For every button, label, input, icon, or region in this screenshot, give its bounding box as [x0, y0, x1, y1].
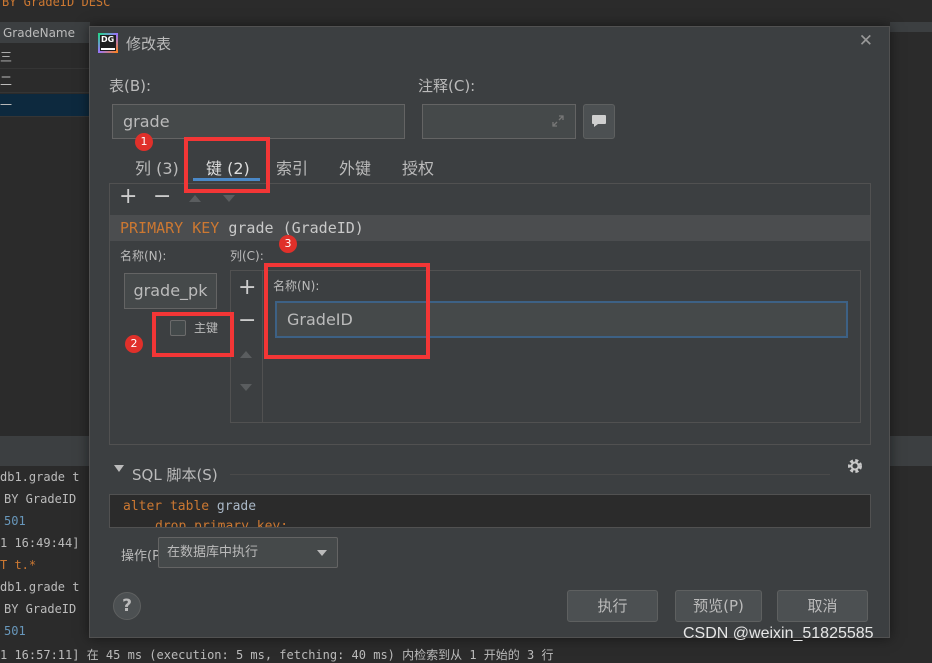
chevron-down-icon — [317, 550, 327, 556]
table-label: 表(B): — [109, 77, 152, 95]
editor-top: BY GradeID DESC — [0, 0, 932, 22]
tab-indexes[interactable]: 索引 — [276, 155, 308, 179]
expand-icon[interactable] — [551, 114, 565, 128]
dialog-title: 修改表 — [126, 35, 172, 53]
key-name-input[interactable]: grade_pk — [124, 273, 217, 309]
datagrip-logo-icon: DG — [98, 33, 118, 53]
console-line: BY GradeID — [4, 602, 77, 616]
column-up-icon[interactable] — [240, 351, 252, 358]
tab-foreign-keys[interactable]: 外键 — [339, 155, 371, 179]
cancel-button[interactable]: 取消 — [777, 590, 868, 622]
key-columns: (GradeID) — [282, 219, 364, 237]
console-line: BY GradeID — [4, 492, 77, 506]
sql-line: drop primary key; — [155, 519, 289, 528]
sql-identifier: grade — [216, 499, 257, 514]
annotation-badge: 1 — [135, 133, 153, 151]
move-up-icon[interactable] — [189, 195, 201, 202]
grid-row[interactable]: 二 — [0, 70, 90, 93]
collapse-icon[interactable] — [114, 465, 124, 472]
grid-header: GradeName — [0, 22, 90, 44]
remove-key-button[interactable]: − — [153, 186, 171, 208]
tab-columns[interactable]: 列 (3) — [135, 155, 179, 179]
remove-column-button[interactable]: − — [238, 310, 256, 332]
sql-keyword: alter table — [123, 499, 210, 514]
editor-gutter — [890, 22, 932, 32]
execute-button[interactable]: 执行 — [567, 590, 658, 622]
sql-preview[interactable]: alter table grade drop primary key; — [109, 494, 871, 528]
annotation-badge: 2 — [125, 335, 143, 353]
column-down-icon[interactable] — [240, 384, 252, 391]
tab-grants[interactable]: 授权 — [402, 155, 434, 179]
name-label: 名称(N): — [120, 249, 167, 263]
key-table: grade — [228, 219, 274, 237]
annotation-box-column-name — [264, 263, 430, 359]
preview-button[interactable]: 预览(P) — [675, 590, 762, 622]
speech-bubble-icon — [592, 115, 606, 127]
columns-label: 列(C): — [230, 249, 264, 263]
grid-row-selected[interactable]: 一 — [0, 94, 90, 117]
console-line: T t.* — [0, 558, 37, 572]
operation-value: 在数据库中执行 — [167, 545, 259, 560]
columns-toolbar: + − — [231, 271, 263, 422]
help-button[interactable]: ? — [113, 592, 141, 620]
console-line: db1.grade t — [0, 580, 80, 594]
key-type: PRIMARY KEY — [120, 219, 220, 237]
annotation-box-keys-tab — [184, 137, 270, 193]
sql-section-label[interactable]: SQL 脚本(S) — [132, 464, 218, 485]
add-key-button[interactable]: + — [119, 186, 137, 208]
settings-gear-icon[interactable] — [846, 457, 864, 475]
console-line: db1.grade t — [0, 470, 80, 484]
console-line: 1 16:57:11] 在 45 ms (execution: 5 ms, fe… — [0, 648, 554, 662]
operation-select[interactable]: 在数据库中执行 — [158, 537, 338, 568]
watermark: CSDN @weixin_51825585 — [683, 625, 874, 642]
close-icon[interactable]: ✕ — [859, 31, 873, 51]
table-name-input[interactable]: grade — [112, 104, 405, 139]
console-line: 501 — [4, 624, 26, 638]
key-list-item[interactable]: PRIMARY KEY grade (GradeID) — [110, 215, 870, 241]
move-down-icon[interactable] — [223, 195, 235, 202]
section-divider — [230, 474, 830, 475]
sql-fragment: BY GradeID DESC — [2, 0, 111, 9]
grid-row[interactable]: 三 — [0, 46, 90, 69]
comment-editor-button[interactable] — [583, 104, 615, 139]
comment-input[interactable] — [422, 104, 576, 139]
comment-label: 注释(C): — [418, 77, 476, 95]
result-grid: GradeName 三 二 一 — [0, 22, 90, 432]
annotation-badge: 3 — [279, 235, 297, 253]
add-column-button[interactable]: + — [238, 277, 256, 299]
console-line: 1 16:49:44] — [0, 536, 80, 550]
annotation-box-primary-key — [152, 312, 234, 357]
console-line: 501 — [4, 514, 26, 528]
